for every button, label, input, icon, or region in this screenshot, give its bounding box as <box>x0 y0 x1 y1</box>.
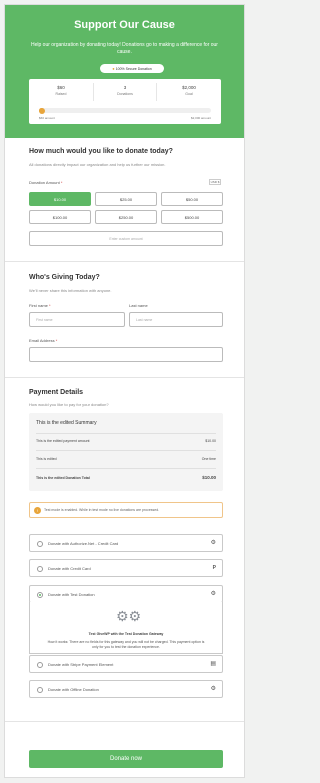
summary-row: This is the edited payment amount $10.00 <box>36 433 216 450</box>
summary-row-value: $10.00 <box>205 439 216 443</box>
amount-section-description: All donations directly impact our organi… <box>29 162 166 167</box>
first-name-label-text: First name <box>29 303 48 308</box>
form-header: Support Our Cause Help our organization … <box>5 5 244 138</box>
summary-row-label: This is edited <box>36 457 57 461</box>
gateway-label: Donate with Credit Card <box>48 566 91 571</box>
amount-option-50[interactable]: $50.00 <box>161 192 223 206</box>
summary-title: This is the edited Summary <box>36 420 97 426</box>
custom-amount-input[interactable]: Enter custom amount <box>29 231 223 246</box>
progress-current-label: $60 amount <box>39 116 55 120</box>
gateway-radio[interactable] <box>37 566 43 572</box>
currency-selector[interactable]: USD $ <box>209 179 221 185</box>
progress-goal-label: $2,000 amount <box>190 116 211 120</box>
gateway-credit-card[interactable]: Donate with Credit Card P <box>29 559 223 577</box>
payment-section-description: How would you like to pay for your donat… <box>29 402 109 407</box>
amount-section-title: How much would you like to donate today? <box>29 148 173 155</box>
first-name-input[interactable]: First name <box>29 312 125 327</box>
required-mark: * <box>55 338 58 343</box>
donation-amount-label-text: Donation Amount <box>29 180 60 185</box>
amount-option-10[interactable]: $10.00 <box>29 192 91 206</box>
test-gateway-panel: ⚙⚙ Test GiveWP with the Test Donation Ga… <box>29 602 223 654</box>
gateway-authorize-net[interactable]: Donate with Authorize.Net - Credit Card … <box>29 534 223 552</box>
stat-label: Donations <box>117 92 133 96</box>
gateway-offline-donation[interactable]: Donate with Offline Donation ⚙ <box>29 680 223 698</box>
gateway-label: Donate with Test Donation <box>48 592 95 597</box>
first-name-label: First name * <box>29 303 51 308</box>
amount-option-25[interactable]: $25.00 <box>95 192 157 206</box>
gateway-radio-selected[interactable] <box>37 592 43 598</box>
payment-section-title: Payment Details <box>29 389 84 396</box>
gateway-label: Donate with Authorize.Net - Credit Card <box>48 541 119 546</box>
test-mode-notice-text: Test mode is enabled. While in test mode… <box>44 508 160 512</box>
donation-form: Support Our Cause Help our organization … <box>4 4 245 778</box>
test-gateway-title: Test GiveWP with the Test Donation Gatew… <box>88 632 164 636</box>
secure-badge-label: 100% Secure Donation <box>115 67 152 71</box>
stat-raised: $60 Raised <box>29 83 93 101</box>
section-divider <box>5 261 244 262</box>
stat-label: Goal <box>185 92 193 96</box>
goal-progress-marker <box>39 107 45 114</box>
email-input[interactable] <box>29 347 223 362</box>
amount-option-500[interactable]: $500.00 <box>161 210 223 224</box>
donation-summary: This is the edited Summary This is the e… <box>29 413 223 491</box>
lock-icon: ● <box>112 66 115 71</box>
donate-now-button[interactable]: Donate now <box>29 750 223 768</box>
gateway-radio[interactable] <box>37 662 43 668</box>
section-divider <box>5 377 244 378</box>
gear-icon: ⚙ <box>210 591 216 597</box>
summary-total-row: This is the edited Donation Total $10.00 <box>36 468 216 486</box>
stat-value: 3 <box>123 85 127 90</box>
email-label-text: Email Address <box>29 338 55 343</box>
last-name-input[interactable]: Last name <box>129 312 223 327</box>
donor-section-title: Who's Giving Today? <box>29 274 100 281</box>
summary-row-value: $10.00 <box>202 475 216 480</box>
required-mark: * <box>49 303 51 308</box>
amount-option-100[interactable]: $100.00 <box>29 210 91 224</box>
form-subtitle: Help our organization by donating today!… <box>31 42 218 55</box>
test-gateway-description: How it works: There are no fields for th… <box>47 640 205 649</box>
gateway-label: Donate with Stripe Payment Element <box>48 662 114 667</box>
gateway-test-donation[interactable]: Donate with Test Donation ⚙ <box>29 585 223 603</box>
form-title: Support Our Cause <box>74 19 175 31</box>
paypal-icon: P <box>212 565 216 571</box>
gear-icon: ⚙ <box>210 686 216 692</box>
gateway-label: Donate with Offline Donation <box>48 687 99 692</box>
gateway-radio[interactable] <box>37 687 43 693</box>
donor-section-description: We'll never share this information with … <box>29 288 112 293</box>
stat-goal: $2,000 Goal <box>157 83 221 101</box>
goal-stats-card: $60 Raised 3 Donations $2,000 Goal $60 a… <box>29 79 221 124</box>
test-mode-notice: ! Test mode is enabled. While in test mo… <box>29 502 223 518</box>
donation-amount-label: Donation Amount * <box>29 180 62 185</box>
warning-icon: ! <box>34 507 41 514</box>
stat-donations: 3 Donations <box>93 83 157 101</box>
secure-donation-badge: ● 100% Secure Donation <box>100 64 164 73</box>
required-mark: * <box>60 180 63 185</box>
stat-value: $2,000 <box>182 85 196 90</box>
stat-value: $60 <box>57 85 65 90</box>
stat-label: Raised <box>55 92 67 96</box>
gateway-stripe-payment-element[interactable]: Donate with Stripe Payment Element ▤ <box>29 655 223 673</box>
amount-option-250[interactable]: $250.00 <box>95 210 157 224</box>
gears-icon: ⚙⚙ <box>116 608 142 624</box>
summary-row-label: This is the edited Donation Total <box>36 476 90 480</box>
email-label: Email Address * <box>29 338 57 343</box>
section-divider <box>5 721 244 722</box>
summary-row-value: One time <box>201 457 216 461</box>
last-name-label: Last name <box>129 303 148 308</box>
summary-row-label: This is the edited payment amount <box>36 439 90 443</box>
gear-icon: ⚙ <box>210 540 216 546</box>
goal-progress-bar <box>39 107 211 114</box>
card-icon: ▤ <box>210 661 216 667</box>
summary-row: This is edited One time <box>36 450 216 468</box>
gateway-radio[interactable] <box>37 541 43 547</box>
